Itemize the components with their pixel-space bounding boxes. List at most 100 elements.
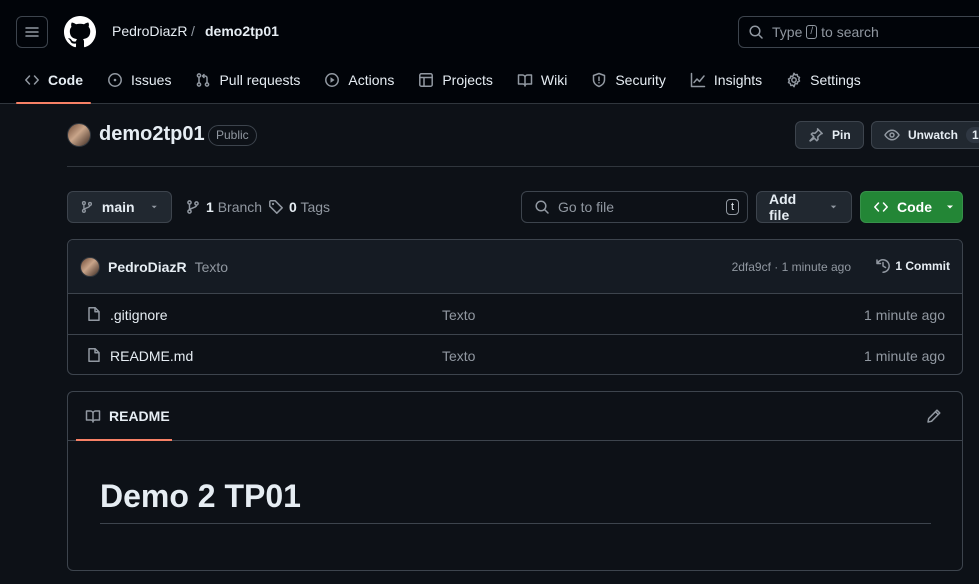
file-icon (88, 307, 100, 321)
tab-code[interactable]: Code (16, 64, 91, 104)
tab-label: Security (615, 72, 666, 88)
issue-icon (108, 73, 122, 87)
file-time: 1 minute ago (864, 348, 945, 364)
book-icon (517, 74, 533, 87)
graph-icon (690, 72, 706, 88)
tab-actions[interactable]: Actions (316, 64, 402, 96)
file-time: 1 minute ago (864, 307, 945, 323)
github-logo-icon[interactable] (64, 16, 96, 48)
branch-name: main (101, 199, 135, 215)
commit-count-label: 1 Commit (895, 259, 950, 273)
tags-link[interactable]: 0 Tags (268, 199, 330, 215)
readme-heading-rule (100, 523, 931, 524)
go-to-file-placeholder: Go to file (558, 199, 615, 215)
tab-label: Actions (348, 72, 395, 88)
global-search-input[interactable]: Type / to search (738, 16, 979, 48)
search-icon (749, 25, 763, 39)
tab-pull-requests[interactable]: Pull requests (187, 64, 308, 96)
tags-count: 0 (289, 199, 297, 215)
branch-selector[interactable]: main (67, 191, 172, 223)
file-name[interactable]: README.md (110, 348, 193, 364)
branches-link[interactable]: 1 Branch (185, 199, 262, 215)
latest-commit-bar: PedroDiazR Texto 2dfa9cf · 1 minute ago … (68, 240, 962, 294)
tab-label: Pull requests (219, 72, 301, 88)
branches-label: Branch (217, 199, 263, 215)
breadcrumb-repo[interactable]: demo2tp01 (205, 23, 279, 39)
tab-label: Issues (131, 72, 172, 88)
code-dropdown-button[interactable]: Code (860, 191, 963, 223)
tab-label: Projects (442, 72, 493, 88)
chevron-down-icon (830, 205, 837, 209)
watch-button[interactable]: Unwatch 1 (871, 121, 979, 149)
pin-icon (809, 128, 823, 142)
readme-tabbar: README (68, 392, 962, 441)
file-commit-message[interactable]: Texto (442, 348, 475, 364)
repo-tabs: Code Issues Pull requests Actions Projec… (16, 64, 877, 104)
search-shortcut-key: / (806, 25, 818, 39)
title-divider (67, 166, 979, 167)
table-row[interactable]: .gitignore Texto 1 minute ago (68, 294, 962, 335)
code-icon (25, 75, 39, 85)
breadcrumb-owner[interactable]: PedroDiazR (112, 23, 187, 39)
code-label: Code (897, 199, 932, 215)
tab-settings[interactable]: Settings (778, 64, 869, 96)
readme-tab-label: README (109, 408, 170, 424)
add-file-button[interactable]: Add file (756, 191, 852, 223)
tab-readme[interactable]: README (76, 392, 172, 441)
go-to-file-shortcut: t (725, 199, 739, 215)
tags-label: Tags (300, 199, 331, 215)
global-header: PedroDiazR / demo2tp01 Type / to search … (0, 0, 979, 104)
branch-icon (81, 201, 93, 213)
chevron-down-icon (151, 205, 157, 209)
eye-icon (884, 129, 900, 141)
search-suffix: to search (821, 24, 879, 40)
commits-link[interactable]: 1 Commit (875, 258, 950, 274)
breadcrumb-separator: / (191, 23, 195, 39)
commit-hash-time[interactable]: 2dfa9cf · 1 minute ago (732, 260, 851, 274)
file-name[interactable]: .gitignore (110, 307, 168, 323)
tab-label: Settings (810, 72, 861, 88)
go-to-file-input[interactable]: Go to file t (521, 191, 748, 223)
branch-icon (187, 200, 199, 214)
add-file-label: Add file (769, 191, 797, 223)
menu-button[interactable] (16, 16, 48, 48)
pin-button[interactable]: Pin (795, 121, 864, 149)
visibility-badge: Public (208, 125, 257, 146)
gear-icon (787, 72, 801, 88)
play-icon (325, 73, 340, 87)
commit-author[interactable]: PedroDiazR (108, 259, 187, 275)
branches-count: 1 (206, 199, 214, 215)
tag-icon (269, 200, 283, 214)
avatar[interactable] (80, 256, 100, 277)
watch-label: Unwatch (908, 128, 959, 142)
hamburger-icon (25, 27, 39, 37)
chevron-down-icon (947, 205, 953, 209)
tab-projects[interactable]: Projects (410, 64, 501, 96)
search-icon (535, 200, 549, 214)
tab-insights[interactable]: Insights (682, 64, 770, 96)
file-commit-message[interactable]: Texto (442, 307, 475, 323)
search-prefix: Type (772, 24, 803, 40)
shield-icon (593, 72, 606, 88)
tab-label: Insights (713, 72, 763, 88)
table-row[interactable]: README.md Texto 1 minute ago (68, 335, 962, 374)
tab-label: Wiki (540, 72, 568, 88)
readme-heading: Demo 2 TP01 (100, 478, 301, 514)
book-icon (85, 410, 101, 423)
watch-count: 1 (966, 127, 979, 143)
pencil-icon[interactable] (926, 408, 942, 424)
repo-title[interactable]: demo2tp01 (99, 123, 205, 146)
tab-label: Code (48, 72, 83, 88)
file-icon (88, 348, 100, 362)
file-table: PedroDiazR Texto 2dfa9cf · 1 minute ago … (67, 239, 963, 375)
tab-issues[interactable]: Issues (99, 64, 179, 96)
history-icon (876, 259, 891, 273)
table-icon (419, 73, 434, 87)
pull-request-icon (197, 73, 210, 87)
tab-wiki[interactable]: Wiki (509, 64, 575, 96)
readme-panel: README Demo 2 TP01 (67, 391, 963, 571)
pin-label: Pin (832, 128, 851, 142)
owner-avatar[interactable] (67, 123, 91, 147)
commit-message[interactable]: Texto (195, 259, 228, 275)
tab-security[interactable]: Security (583, 64, 674, 96)
